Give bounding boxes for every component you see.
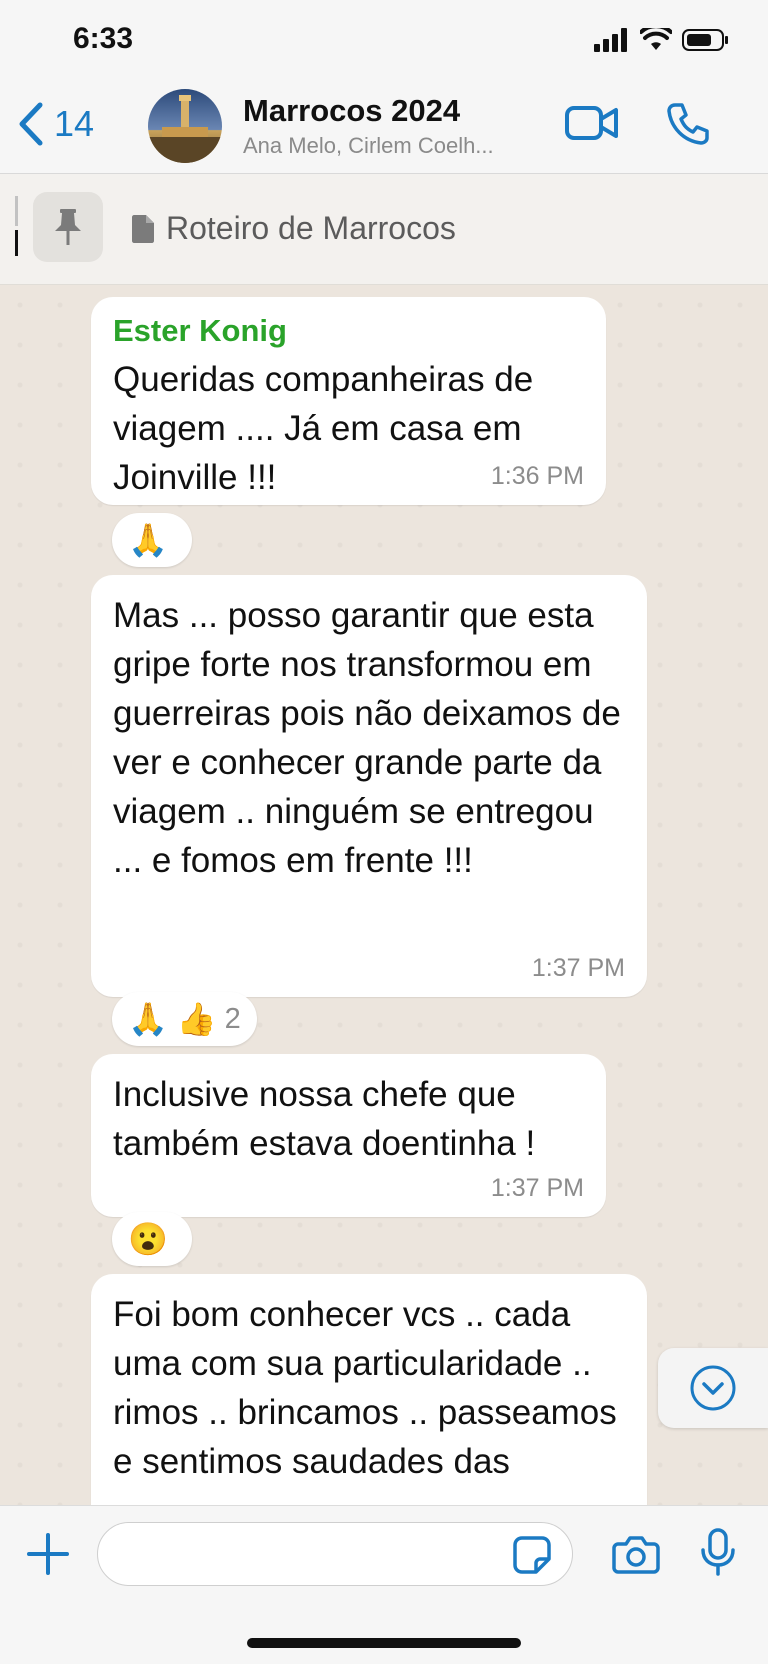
pinned-message-bar[interactable]: Roteiro de Marrocos — [0, 174, 768, 285]
pinned-indicator — [15, 196, 18, 256]
signal-icon — [594, 28, 627, 52]
pinned-message[interactable]: Roteiro de Marrocos — [130, 210, 456, 247]
status-bar: 6:33 — [0, 0, 768, 85]
battery-icon — [682, 29, 728, 51]
message-text: Inclusive nossa chefe que também estava … — [113, 1075, 536, 1163]
message-text: Mas ... posso garantir que esta gripe fo… — [113, 596, 621, 880]
pin-button[interactable] — [33, 192, 103, 262]
camera-icon — [612, 1536, 660, 1574]
group-avatar[interactable] — [148, 89, 222, 163]
pinned-message-text: Roteiro de Marrocos — [166, 210, 456, 246]
chat-title[interactable]: Marrocos 2024 — [243, 93, 460, 129]
video-camera-icon — [565, 106, 618, 140]
unread-count: 14 — [54, 103, 95, 144]
chat-header: 14 Marrocos 2024 Ana Melo, Cirlem Coelh.… — [0, 85, 768, 174]
message-list[interactable]: Ester Konig Queridas companheiras de via… — [0, 285, 768, 1505]
message-bubble[interactable]: Foi bom conhecer vcs .. cada uma com sua… — [91, 1274, 647, 1505]
pin-icon — [55, 209, 81, 245]
composer-bar — [0, 1505, 768, 1664]
message-reactions[interactable]: 🙏 — [112, 513, 192, 567]
wifi-icon — [640, 28, 672, 50]
sticker-button[interactable] — [512, 1535, 552, 1580]
reaction-emojis: 😮 — [128, 1221, 168, 1257]
phone-icon — [667, 103, 709, 145]
document-icon — [132, 214, 154, 243]
scroll-to-bottom-button[interactable] — [658, 1348, 768, 1428]
sticker-icon — [513, 1536, 551, 1574]
back-button[interactable]: 14 — [16, 101, 94, 147]
reaction-emojis: 🙏 👍 — [128, 1001, 217, 1037]
microphone-icon — [701, 1528, 735, 1576]
voice-call-button[interactable] — [666, 101, 710, 150]
message-reactions[interactable]: 🙏 👍 2 — [112, 992, 257, 1046]
chevron-left-icon — [19, 102, 43, 146]
message-time: 1:37 PM — [490, 1174, 584, 1202]
voice-message-button[interactable] — [700, 1528, 736, 1583]
plus-icon — [27, 1533, 69, 1575]
reaction-count: 2 — [224, 1002, 241, 1035]
message-bubble[interactable]: Mas ... posso garantir que esta gripe fo… — [91, 575, 647, 997]
attach-button[interactable] — [26, 1532, 70, 1581]
chat-members[interactable]: Ana Melo, Cirlem Coelh... — [243, 133, 533, 159]
message-time: 1:36 PM — [490, 462, 584, 490]
home-indicator[interactable] — [247, 1638, 521, 1648]
message-text: Foi bom conhecer vcs .. cada uma com sua… — [113, 1295, 617, 1481]
message-bubble[interactable]: Inclusive nossa chefe que também estava … — [91, 1054, 606, 1217]
message-bubble[interactable]: Ester Konig Queridas companheiras de via… — [91, 297, 606, 505]
camera-button[interactable] — [612, 1534, 660, 1579]
message-sender[interactable]: Ester Konig — [113, 313, 584, 349]
message-time: 1:37 PM — [531, 954, 625, 982]
chevron-down-circle-icon — [690, 1365, 736, 1411]
reaction-emojis: 🙏 — [128, 522, 168, 558]
status-time: 6:33 — [73, 22, 134, 55]
message-reactions[interactable]: 😮 — [112, 1212, 192, 1266]
mosque-picture-icon — [148, 95, 222, 163]
video-call-button[interactable] — [564, 103, 620, 148]
message-input[interactable] — [97, 1522, 573, 1586]
status-icons — [594, 28, 730, 52]
